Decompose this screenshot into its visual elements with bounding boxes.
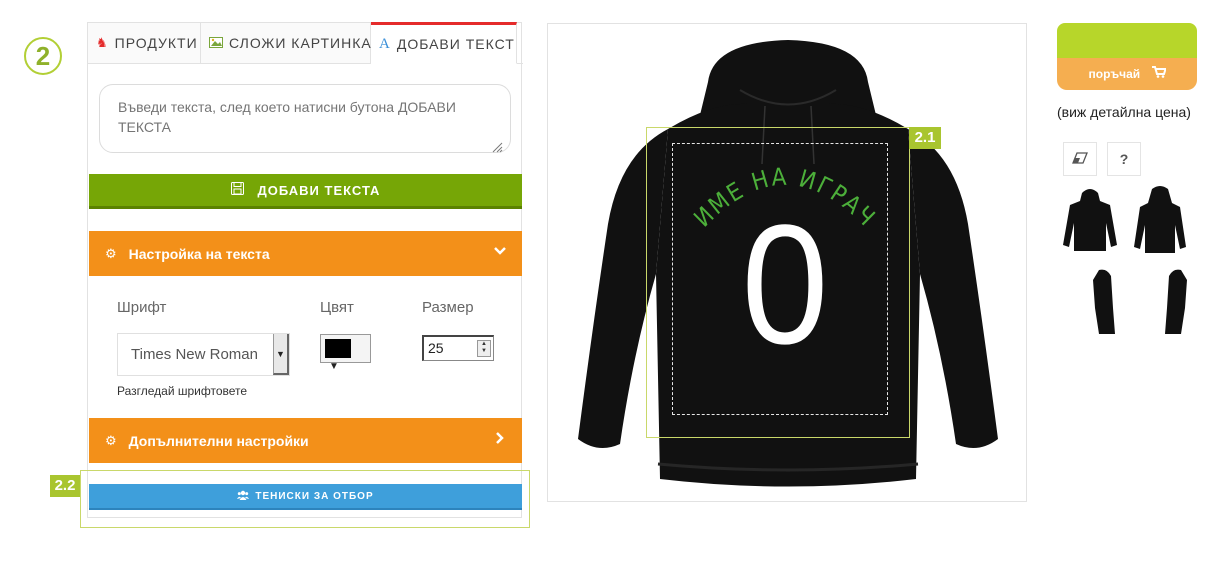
size-stepper[interactable]: 25 ▲ ▼ — [422, 335, 494, 361]
price-area — [1057, 23, 1197, 58]
resize-grip-icon[interactable] — [491, 141, 503, 153]
tab-add-image[interactable]: СЛОЖИ КАРТИНКА — [201, 23, 371, 63]
dropdown-arrow-icon[interactable]: ▼ — [273, 334, 289, 375]
tab-add-text[interactable]: A ДОБАВИ ТЕКСТ — [371, 22, 517, 64]
thumbnail-front[interactable] — [1060, 185, 1120, 257]
text-input[interactable] — [99, 84, 511, 153]
picture-icon — [209, 36, 223, 51]
text-settings-title: Настройка на текста — [128, 245, 270, 262]
marker-tag-2-2: 2.2 — [50, 475, 80, 497]
text-settings-toggle[interactable]: ⚙ Настройка на текста — [89, 231, 522, 276]
thumbnail-right-sleeve[interactable] — [1145, 268, 1205, 340]
browse-fonts-link[interactable]: Разгледай шрифтовете — [117, 384, 247, 398]
thumbnail-left-sleeve[interactable] — [1075, 268, 1135, 340]
add-text-label: ДОБАВИ ТЕКСТА — [257, 182, 381, 198]
dropdown-arrow-icon: ▼ — [329, 361, 339, 373]
color-label: Цвят — [320, 299, 354, 316]
tab-add-text-label: ДОБАВИ ТЕКСТ — [396, 36, 515, 52]
font-select[interactable]: Times New Roman ▼ — [117, 333, 290, 376]
color-swatch — [325, 339, 351, 358]
cart-icon — [1151, 66, 1167, 81]
save-icon — [230, 181, 244, 199]
question-icon: ? — [1119, 151, 1129, 167]
marker-tag-2-1: 2.1 — [909, 127, 941, 149]
extra-settings-title: Допълнителни настройки — [128, 432, 309, 449]
order-button[interactable]: поръчай — [1057, 58, 1197, 90]
price-details-link[interactable]: (виж детайлна цена) — [1057, 104, 1191, 120]
shirt-icon: ♞ — [96, 35, 109, 50]
tab-products-label: ПРОДУКТИ — [114, 35, 198, 51]
tab-products[interactable]: ♞ ПРОДУКТИ — [88, 23, 201, 63]
extra-settings-toggle[interactable]: ⚙ Допълнителни настройки — [89, 418, 522, 463]
color-picker[interactable]: ▼ — [320, 334, 371, 372]
text-a-icon: A — [379, 35, 391, 52]
eraser-button[interactable] — [1063, 142, 1097, 176]
order-button-label: поръчай — [1088, 67, 1141, 81]
gears-icon: ⚙ — [105, 432, 117, 448]
font-label: Шрифт — [117, 299, 167, 316]
editor-panel: ♞ ПРОДУКТИ СЛОЖИ КАРТИНКА A ДОБАВИ ТЕКСТ… — [87, 22, 523, 518]
font-select-value: Times New Roman — [131, 346, 258, 363]
chevron-down-icon — [494, 244, 506, 261]
spinner-icon[interactable]: ▲ ▼ — [477, 340, 491, 357]
add-text-button[interactable]: ДОБАВИ ТЕКСТА — [89, 174, 522, 209]
eraser-icon — [1072, 152, 1088, 164]
thumbnail-back[interactable] — [1130, 185, 1190, 257]
step-number: 2 — [24, 37, 62, 75]
marker-frame-2-2 — [80, 470, 530, 528]
gears-icon: ⚙ — [105, 245, 117, 261]
player-number[interactable]: 0 — [739, 195, 831, 375]
editor-tabs: ♞ ПРОДУКТИ СЛОЖИ КАРТИНКА A ДОБАВИ ТЕКСТ — [88, 22, 523, 64]
tab-add-image-label: СЛОЖИ КАРТИНКА — [229, 35, 372, 51]
size-label: Размер — [422, 299, 474, 316]
chevron-right-icon — [494, 431, 506, 448]
help-button[interactable]: ? — [1107, 142, 1141, 176]
size-value: 25 — [428, 340, 444, 356]
